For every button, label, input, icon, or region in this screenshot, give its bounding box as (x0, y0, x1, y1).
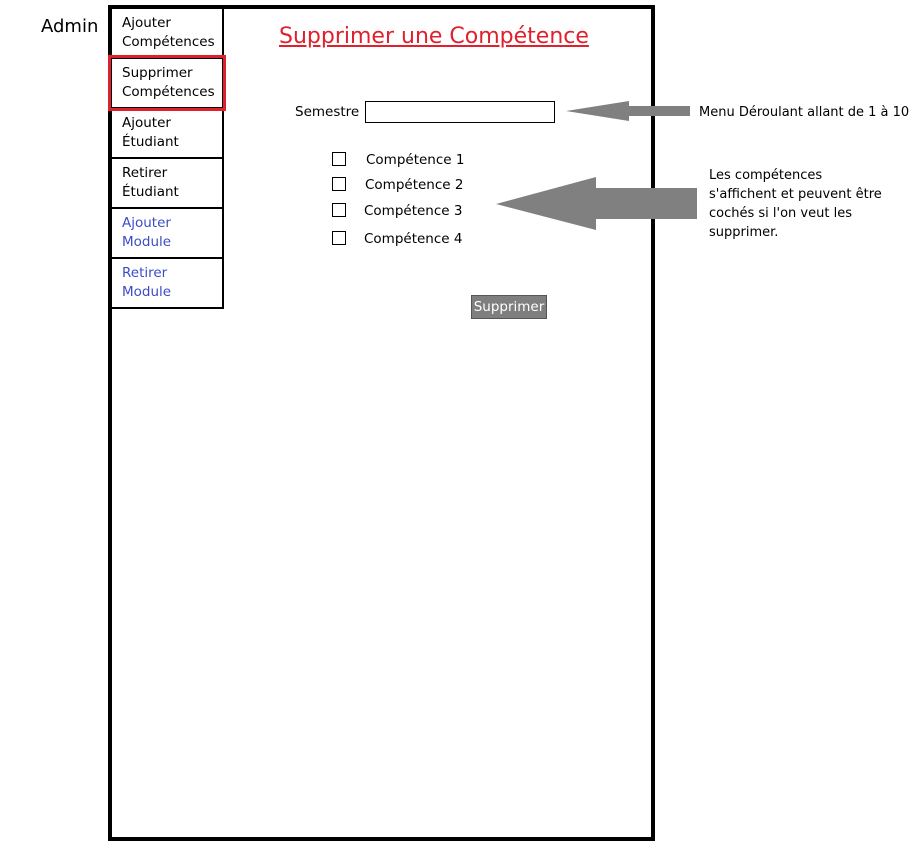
sidebar-item-label: Compétences (122, 84, 215, 100)
arrow-left-icon (496, 177, 697, 230)
annotation-arrows (496, 101, 697, 230)
competences-annotation: Les compétences s'affichent et peuvent ê… (709, 168, 882, 240)
sidebar-item-label: Supprimer (122, 65, 193, 81)
sidebar-item-supprimer-competences[interactable]: Supprimer Compétences (108, 55, 226, 111)
dropdown-annotation: Menu Déroulant allant de 1 à 10 (699, 105, 910, 120)
arrow-left-icon (566, 101, 690, 121)
